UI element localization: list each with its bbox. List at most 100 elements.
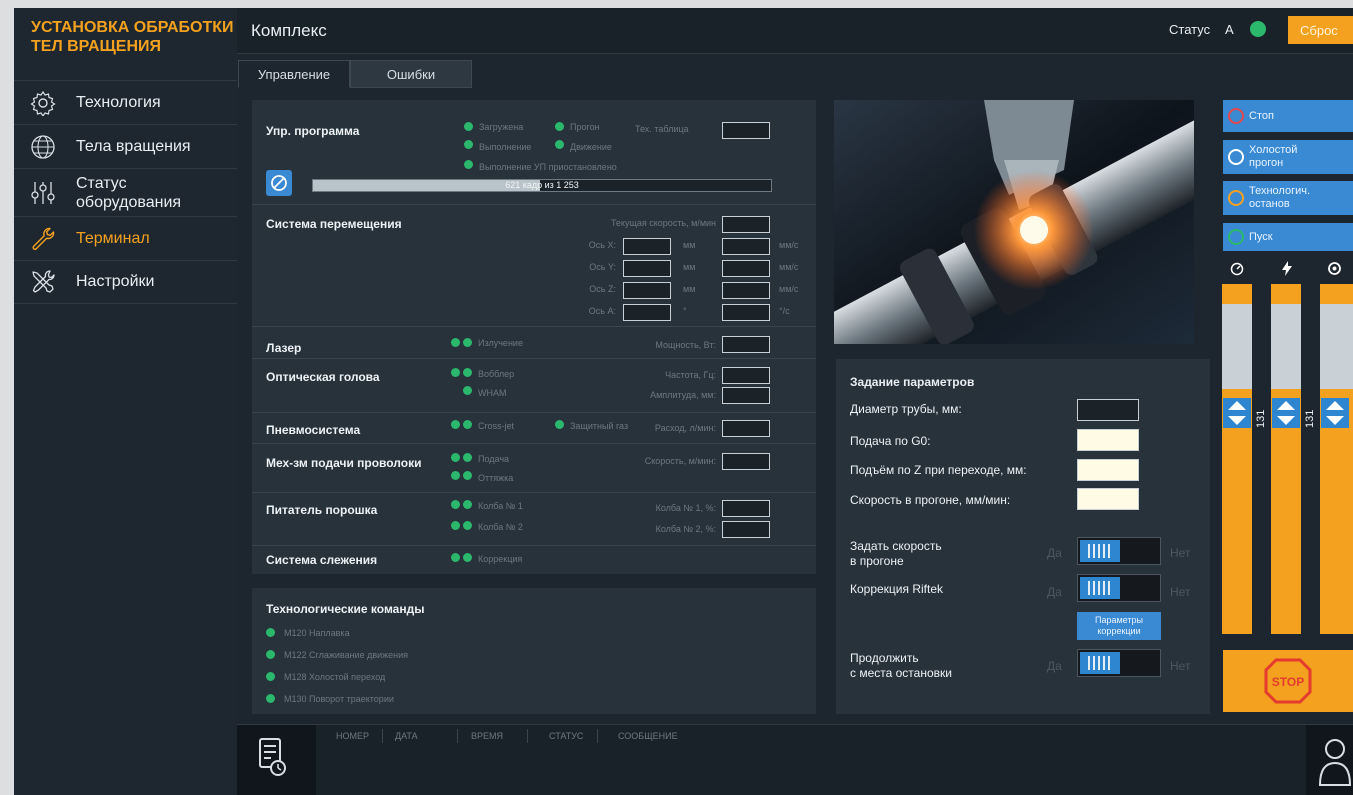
status-label: Статус [1169,22,1211,37]
tools-icon [32,270,55,293]
sidebar-item-label: Настройки [76,273,155,290]
slider-thumb[interactable] [1321,398,1349,428]
correction-indicator-a-icon [451,553,460,562]
arrow-up-icon[interactable] [1277,290,1295,300]
feed-override-slider[interactable] [1320,284,1353,634]
log-table[interactable]: НОМЕР ДАТА ВРЕМЯ СТАТУС СООБЩЕНИЕ [316,725,1306,795]
toggle-knob [1080,652,1120,674]
reset-button[interactable]: Сброс [1288,16,1353,44]
sidebar-item-label: Статус оборудования [76,174,181,212]
tech-table-field[interactable] [722,122,770,139]
axis-a-position-field[interactable] [623,304,671,321]
stop-button[interactable]: Стоп [1223,100,1353,132]
slider-thumb[interactable] [1223,398,1251,428]
axis-a-label: Ось A: [588,306,616,316]
continue-toggle[interactable] [1077,649,1161,677]
current-speed-field[interactable] [722,216,770,233]
minus-tick-label: -5% [1259,612,1266,625]
power-override-slider[interactable] [1271,284,1301,634]
user-icon[interactable] [1318,733,1352,789]
wire-feed-indicator-a-icon [451,453,460,462]
tab-errors[interactable]: Ошибки [350,60,472,88]
idle-run-button[interactable]: Холостой прогон [1223,140,1353,174]
arrow-down-icon[interactable] [1326,618,1344,628]
run-speed-field[interactable] [1077,488,1139,510]
amplitude-field[interactable] [722,387,770,404]
status-indicator-icon [1250,21,1266,37]
sidebar-item-equipment-status[interactable]: Статус оборудования [14,168,237,216]
powder-title: Питатель порошка [266,503,378,517]
lift-z-field[interactable] [1077,459,1139,481]
flask1-percent-field[interactable] [722,500,770,517]
correction-indicator-b-icon [463,553,472,562]
axis-y-unit: мм [683,262,696,272]
axis-x-speed-field[interactable] [722,238,770,255]
axis-z-position-field[interactable] [623,282,671,299]
sidebar-item-terminal[interactable]: Терминал [14,216,237,260]
motion-label: Движение [570,142,612,152]
tracking-title: Система слежения [266,553,378,567]
program-progress: 621 кадр из 1 253 [312,179,772,192]
wire-retract-indicator-b-icon [463,471,472,480]
flask1-indicator-a-icon [451,500,460,509]
tech-stop-button[interactable]: Технологич. останов [1223,181,1353,215]
set-speed-label-line2: в прогоне [850,554,904,568]
slider-thumb[interactable] [1272,398,1300,428]
start-button[interactable]: Пуск [1223,223,1353,251]
wire-feed-indicator-b-icon [463,453,472,462]
axis-z-speed-field[interactable] [722,282,770,299]
flow-field[interactable] [722,420,770,437]
axis-a-speed-unit: °/с [779,306,790,316]
arrow-up-icon[interactable] [1228,290,1246,300]
exec-label: Выполнение [479,142,532,152]
divider [252,412,816,413]
exec-indicator-icon [464,140,473,149]
correction-params-line2: коррекции [1097,626,1141,636]
run-label: Прогон [570,122,600,132]
laser-power-field[interactable] [722,336,770,353]
axis-a-unit: ° [683,306,687,316]
correction-params-line1: Параметры [1095,615,1143,625]
divider [252,204,816,205]
command-label: M130 Поворот траектории [284,694,394,704]
correction-params-button[interactable]: Параметры коррекции [1077,612,1161,640]
sidebar-nav: Технология Тела вращения Статус оборудова… [14,80,237,304]
axis-a-speed-field[interactable] [722,304,770,321]
riftek-toggle[interactable] [1077,574,1161,602]
cancel-program-button[interactable] [266,170,292,196]
riftek-yes: Да [1047,585,1062,599]
flask2-indicator-b-icon [463,521,472,530]
axis-y-speed-field[interactable] [722,260,770,277]
arrow-down-icon[interactable] [1277,618,1295,628]
sidebar-item-bodies[interactable]: Тела вращения [14,124,237,168]
run-speed-label: Скорость в прогоне, мм/мин: [850,493,1011,507]
sidebar-item-settings[interactable]: Настройки [14,260,237,304]
feed-g0-field[interactable] [1077,429,1139,451]
flask2-percent-field[interactable] [722,521,770,538]
wobbler-indicator-b-icon [463,368,472,377]
arrow-down-icon[interactable] [1228,618,1246,628]
axis-x-unit: мм [683,240,696,250]
arrow-up-icon[interactable] [1326,290,1344,300]
process-image [834,100,1194,344]
command-label: M128 Холостой переход [284,672,386,682]
pipe-diameter-field[interactable] [1077,399,1139,421]
frequency-field[interactable] [722,367,770,384]
pneumo-title: Пневмосистема [266,423,361,437]
set-speed-toggle[interactable] [1077,537,1161,565]
wire-speed-field[interactable] [722,453,770,470]
sidebar-item-technology[interactable]: Технология [14,80,237,124]
tab-control[interactable]: Управление [238,60,350,88]
idle-run-label-line2: прогон [1249,157,1284,169]
speed-override-slider[interactable] [1222,284,1252,634]
status-value: A [1225,22,1234,37]
axis-x-position-field[interactable] [623,238,671,255]
laser-emission-label: Излучение [478,338,523,348]
flask2-label: Колба № 2 [478,522,523,532]
log-document-icon[interactable] [257,737,287,777]
flask1-indicator-b-icon [463,500,472,509]
set-speed-yes: Да [1047,546,1062,560]
emergency-stop-button[interactable]: STOP [1223,650,1353,712]
set-speed-no: Нет [1170,546,1191,560]
axis-y-position-field[interactable] [623,260,671,277]
